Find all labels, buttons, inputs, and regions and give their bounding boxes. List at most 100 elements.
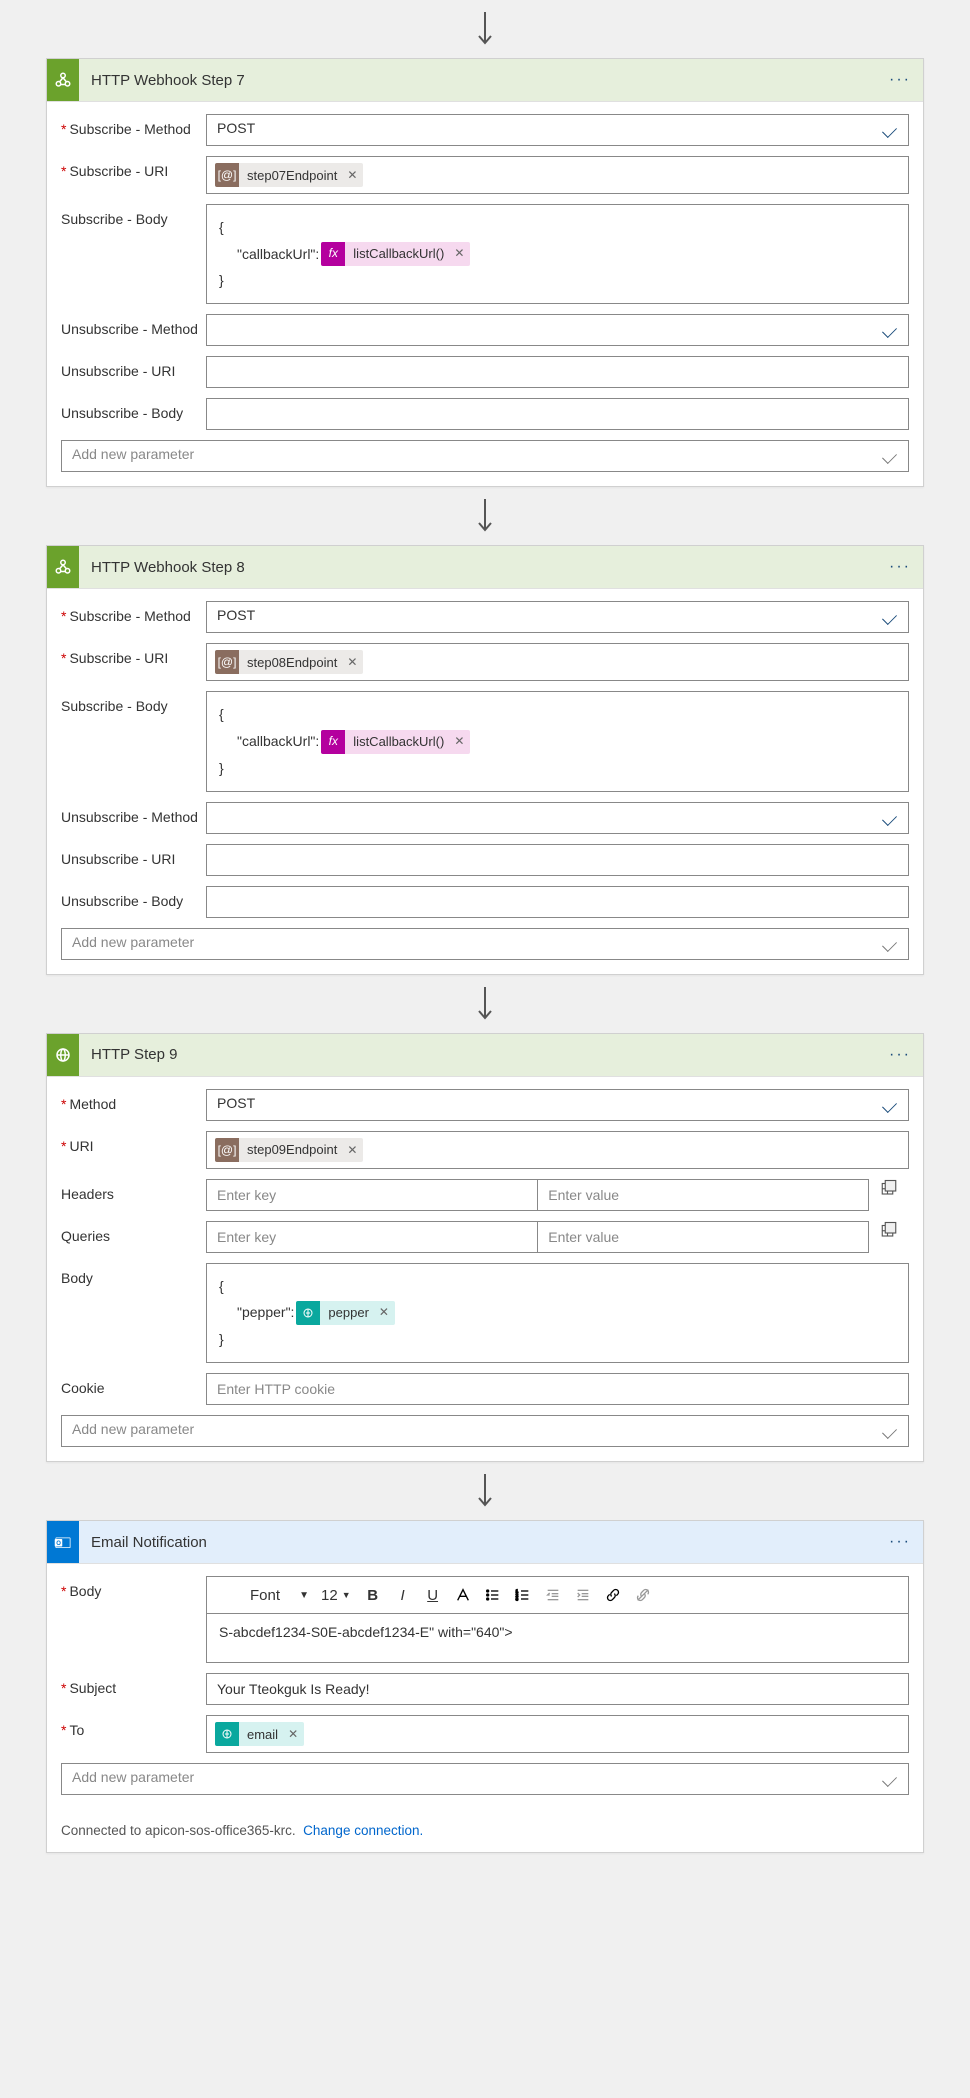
- cookie-input[interactable]: [206, 1373, 909, 1405]
- color-button[interactable]: [449, 1581, 477, 1609]
- svg-text:O: O: [56, 1541, 61, 1547]
- remove-token-button[interactable]: ✕: [286, 1722, 304, 1746]
- more-menu-button[interactable]: ···: [889, 1047, 911, 1063]
- subject-input[interactable]: [206, 1673, 909, 1705]
- card-http-webhook-step-7: HTTP Webhook Step 7 ··· *Subscribe - Met…: [46, 58, 924, 487]
- label-body: *Body: [61, 1576, 206, 1599]
- label-subject: *Subject: [61, 1673, 206, 1696]
- subscribe-body-input[interactable]: { "callbackUrl": fx listCallbackUrl() ✕ …: [206, 691, 909, 791]
- label-queries: Queries: [61, 1221, 206, 1244]
- fx-icon: fx: [321, 242, 345, 266]
- add-parameter-dropdown[interactable]: Add new parameter: [61, 1415, 909, 1447]
- unsubscribe-body-input[interactable]: [206, 886, 909, 918]
- change-connection-link[interactable]: Change connection.: [303, 1823, 423, 1838]
- add-parameter-dropdown[interactable]: Add new parameter: [61, 928, 909, 960]
- indent-button[interactable]: [569, 1581, 597, 1609]
- label-subscribe-uri: *Subscribe - URI: [61, 156, 206, 179]
- remove-token-button[interactable]: ✕: [345, 163, 363, 187]
- flow-arrow: [0, 975, 970, 1033]
- token-dynamic[interactable]: email ✕: [215, 1722, 304, 1746]
- webhook-icon: [47, 546, 79, 588]
- card-title: HTTP Webhook Step 7: [79, 72, 245, 89]
- subscribe-uri-input[interactable]: [@] step08Endpoint ✕: [206, 643, 909, 681]
- add-parameter-dropdown[interactable]: Add new parameter: [61, 440, 909, 472]
- http-icon: [47, 1034, 79, 1076]
- parameter-icon: [@]: [215, 1138, 239, 1162]
- dynamic-content-icon: [296, 1301, 320, 1325]
- header-value-input[interactable]: [537, 1179, 869, 1211]
- link-button[interactable]: [599, 1581, 627, 1609]
- label-subscribe-method: *Subscribe - Method: [61, 601, 206, 624]
- connection-info: Connected to apicon-sos-office365-krc. C…: [47, 1809, 923, 1852]
- add-parameter-dropdown[interactable]: Add new parameter: [61, 1763, 909, 1795]
- bullet-list-button[interactable]: [479, 1581, 507, 1609]
- unlink-button[interactable]: [629, 1581, 657, 1609]
- label-unsubscribe-method: Unsubscribe - Method: [61, 314, 206, 337]
- unsubscribe-uri-input[interactable]: [206, 844, 909, 876]
- token-expression[interactable]: fx listCallbackUrl() ✕: [321, 242, 470, 266]
- card-header[interactable]: HTTP Webhook Step 8 ···: [47, 546, 923, 589]
- query-key-input[interactable]: [206, 1221, 537, 1253]
- remove-token-button[interactable]: ✕: [452, 242, 470, 266]
- rich-text-toolbar: Font 12 B I U 123: [206, 1576, 909, 1613]
- subscribe-method-select[interactable]: POST: [206, 114, 909, 146]
- font-select[interactable]: Font: [213, 1581, 313, 1609]
- query-value-input[interactable]: [537, 1221, 869, 1253]
- method-select[interactable]: POST: [206, 1089, 909, 1121]
- outlook-icon: O: [47, 1521, 79, 1563]
- unsubscribe-uri-input[interactable]: [206, 356, 909, 388]
- remove-token-button[interactable]: ✕: [452, 730, 470, 754]
- label-subscribe-uri: *Subscribe - URI: [61, 643, 206, 666]
- more-menu-button[interactable]: ···: [889, 1534, 911, 1550]
- to-input[interactable]: email ✕: [206, 1715, 909, 1753]
- bold-button[interactable]: B: [359, 1581, 387, 1609]
- italic-button[interactable]: I: [389, 1581, 417, 1609]
- font-size-select[interactable]: 12: [315, 1581, 357, 1609]
- body-input[interactable]: { "pepper": pepper ✕ }: [206, 1263, 909, 1363]
- fx-icon: fx: [321, 730, 345, 754]
- remove-token-button[interactable]: ✕: [345, 1138, 363, 1162]
- flow-arrow: [0, 1462, 970, 1520]
- underline-button[interactable]: U: [419, 1581, 447, 1609]
- outdent-button[interactable]: [539, 1581, 567, 1609]
- switch-to-text-mode-button[interactable]: [880, 1221, 898, 1239]
- label-unsubscribe-uri: Unsubscribe - URI: [61, 356, 206, 379]
- switch-to-text-mode-button[interactable]: [880, 1179, 898, 1197]
- label-headers: Headers: [61, 1179, 206, 1202]
- token-dynamic[interactable]: pepper ✕: [296, 1301, 395, 1325]
- more-menu-button[interactable]: ···: [889, 559, 911, 575]
- label-subscribe-body: Subscribe - Body: [61, 204, 206, 227]
- token-parameter[interactable]: [@] step07Endpoint ✕: [215, 163, 363, 187]
- subscribe-body-input[interactable]: { "callbackUrl": fx listCallbackUrl() ✕ …: [206, 204, 909, 304]
- subscribe-method-select[interactable]: POST: [206, 601, 909, 633]
- card-header[interactable]: HTTP Webhook Step 7 ···: [47, 59, 923, 102]
- flow-arrow: [0, 487, 970, 545]
- label-uri: *URI: [61, 1131, 206, 1154]
- dynamic-content-icon: [215, 1722, 239, 1746]
- number-list-button[interactable]: 123: [509, 1581, 537, 1609]
- card-http-step-9: HTTP Step 9 ··· *Method POST *URI [@] st…: [46, 1033, 924, 1462]
- remove-token-button[interactable]: ✕: [345, 650, 363, 674]
- card-title: HTTP Step 9: [79, 1046, 177, 1063]
- arrow-down-icon: [476, 12, 494, 46]
- remove-token-button[interactable]: ✕: [377, 1301, 395, 1325]
- card-header[interactable]: HTTP Step 9 ···: [47, 1034, 923, 1077]
- token-parameter[interactable]: [@] step09Endpoint ✕: [215, 1138, 363, 1162]
- body-editor[interactable]: S-abcdef1234-S0E-abcdef1234-E" with="640…: [206, 1613, 909, 1663]
- uri-input[interactable]: [@] step09Endpoint ✕: [206, 1131, 909, 1169]
- token-parameter[interactable]: [@] step08Endpoint ✕: [215, 650, 363, 674]
- token-expression[interactable]: fx listCallbackUrl() ✕: [321, 730, 470, 754]
- svg-text:3: 3: [515, 1596, 518, 1601]
- unsubscribe-method-select[interactable]: [206, 802, 909, 834]
- label-unsubscribe-method: Unsubscribe - Method: [61, 802, 206, 825]
- unsubscribe-method-select[interactable]: [206, 314, 909, 346]
- card-header[interactable]: O Email Notification ···: [47, 1521, 923, 1564]
- label-method: *Method: [61, 1089, 206, 1112]
- subscribe-uri-input[interactable]: [@] step07Endpoint ✕: [206, 156, 909, 194]
- unsubscribe-body-input[interactable]: [206, 398, 909, 430]
- webhook-icon: [47, 59, 79, 101]
- header-key-input[interactable]: [206, 1179, 537, 1211]
- card-http-webhook-step-8: HTTP Webhook Step 8 ··· *Subscribe - Met…: [46, 545, 924, 974]
- more-menu-button[interactable]: ···: [889, 72, 911, 88]
- card-title: HTTP Webhook Step 8: [79, 559, 245, 576]
